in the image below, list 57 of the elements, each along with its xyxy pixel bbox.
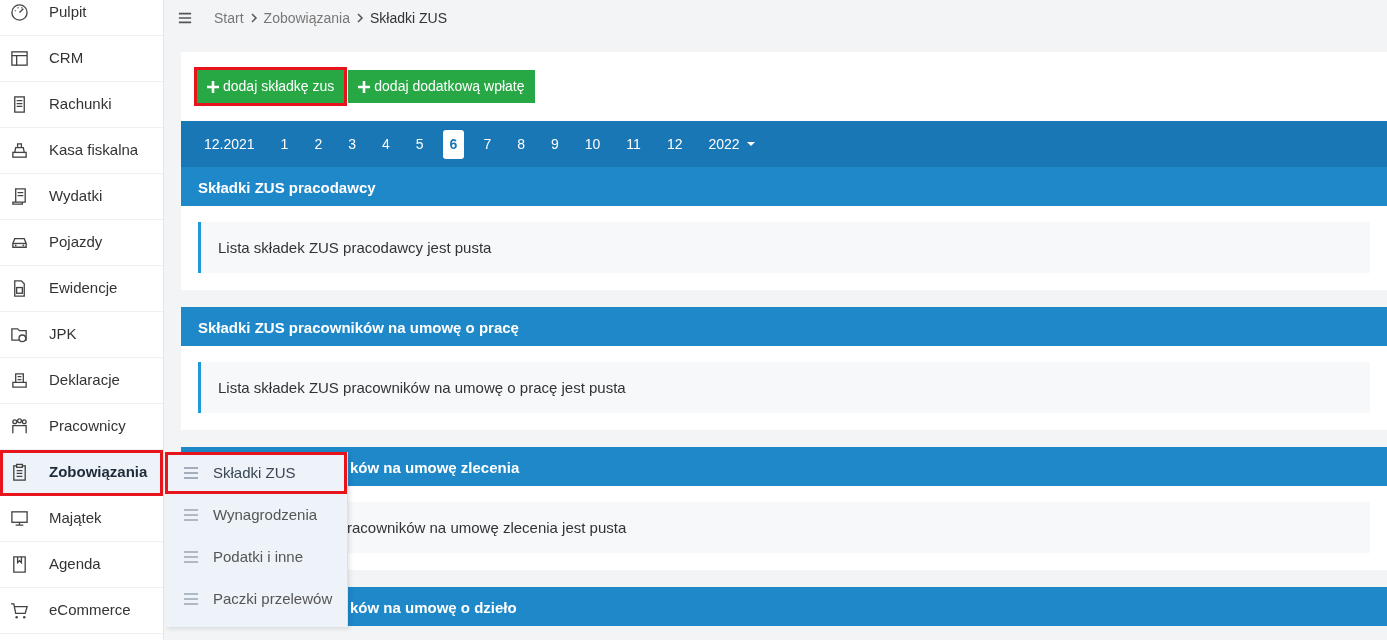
- month-tab[interactable]: 9: [544, 129, 566, 159]
- empty-message: Lista składek ZUS pracowników na umowę o pracę jest pusta: [198, 362, 1370, 413]
- plus-icon: [207, 80, 219, 93]
- chevron-icon: [355, 13, 364, 23]
- breadcrumb-link[interactable]: Start: [214, 7, 244, 29]
- caret-icon: [746, 142, 755, 146]
- menu-icon: [183, 465, 199, 481]
- cart-icon: [10, 601, 29, 620]
- sidebar-item[interactable]: JPK: [0, 312, 163, 358]
- menu-icon: [178, 11, 192, 25]
- breadcrumb-link[interactable]: Zobowiązania: [263, 7, 350, 29]
- menu-icon: [183, 591, 199, 607]
- submenu-item[interactable]: Podatki i inne: [165, 536, 347, 578]
- menu-icon: [183, 507, 199, 523]
- month-tab[interactable]: 7: [476, 129, 499, 159]
- monitor-icon: [10, 509, 29, 528]
- month-tab[interactable]: 12.2021: [197, 129, 262, 159]
- sidebar-item[interactable]: Agenda: [0, 542, 163, 588]
- folder-icon: [10, 325, 29, 344]
- month-tab[interactable]: 1: [273, 129, 296, 159]
- submenu-item[interactable]: Wynagrodzenia: [165, 494, 347, 536]
- gauge-icon: [10, 3, 29, 22]
- year-dropdown[interactable]: 2022: [701, 129, 762, 159]
- sidebar-item[interactable]: Kasa fiskalna: [0, 128, 163, 174]
- sidebar-item[interactable]: Rachunki: [0, 82, 163, 128]
- cash-register-icon: [10, 141, 29, 160]
- clipboard-icon: [10, 463, 29, 482]
- tray-icon: [10, 371, 29, 390]
- sidebar-item[interactable]: Wydatki: [0, 174, 163, 220]
- sidebar-item[interactable]: Pulpit: [0, 0, 163, 36]
- month-tab[interactable]: 2: [307, 129, 330, 159]
- sidebar-item[interactable]: Pojazdy: [0, 220, 163, 266]
- layout-icon: [10, 49, 29, 68]
- section-header: Składki ZUS pracodawcy: [181, 167, 1387, 206]
- sidebar-item[interactable]: Zobowiązania: [0, 450, 163, 496]
- document-icon: [10, 187, 29, 206]
- month-tab[interactable]: 4: [375, 129, 397, 159]
- sidebar-item[interactable]: eCommerce: [0, 588, 163, 634]
- plus-icon: [358, 80, 371, 93]
- sidebar-item[interactable]: Deklaracje: [0, 358, 163, 404]
- chevron-icon: [249, 13, 258, 23]
- month-tab[interactable]: 10: [577, 129, 608, 159]
- people-icon: [10, 417, 29, 436]
- menu-icon: [183, 549, 199, 565]
- sidebar-item[interactable]: Majątek: [0, 496, 163, 542]
- month-tab[interactable]: 5: [408, 129, 431, 159]
- sidebar-item[interactable]: CRM: [0, 36, 163, 82]
- breadcrumb-current: Składki ZUS: [369, 8, 447, 28]
- month-tab[interactable]: 3: [341, 129, 363, 159]
- book-icon: [10, 555, 29, 574]
- month-tab[interactable]: 11: [619, 129, 648, 159]
- empty-message: Lista składek ZUS pracodawcy jest pusta: [198, 222, 1370, 273]
- month-tab[interactable]: 6: [442, 129, 465, 159]
- sidebar-item[interactable]: Ewidencje: [0, 266, 163, 312]
- month-tab[interactable]: 12: [659, 129, 690, 159]
- month-tab[interactable]: 8: [510, 129, 532, 159]
- section-header: Składki ZUS pracowników na umowę o pracę: [181, 307, 1387, 346]
